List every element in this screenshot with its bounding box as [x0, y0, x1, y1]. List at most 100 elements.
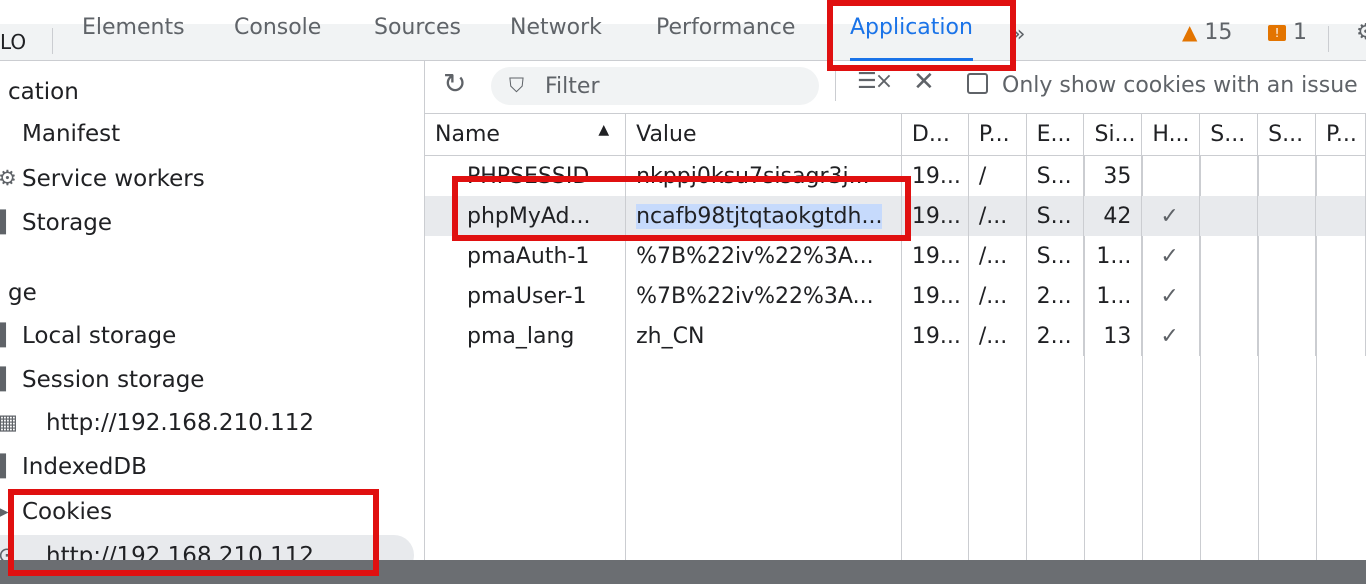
cookie-path[interactable]: /...	[968, 196, 1027, 236]
cookie-name[interactable]: PHPSESSID	[425, 155, 627, 196]
cookie-httponly[interactable]	[1141, 155, 1201, 196]
cookie-secure[interactable]	[1199, 236, 1259, 276]
devtools-tabbar: LO Elements Console Sources Network Perf…	[0, 17, 1366, 61]
delete-selected-icon[interactable]: ✕	[913, 67, 935, 97]
cookie-size[interactable]: 35	[1083, 155, 1143, 196]
cookie-expires[interactable]: S...	[1026, 155, 1085, 196]
cookie-domain[interactable]: 19...	[901, 155, 969, 196]
only-issues-filter[interactable]: Only show cookies with an issue	[967, 73, 1358, 98]
column-header-partition[interactable]: P...	[1315, 114, 1366, 156]
cookie-partition[interactable]	[1315, 196, 1366, 236]
cookie-value[interactable]: nkppj0ksu7sisagr3j...	[625, 155, 902, 196]
sidebar-item-label: Cookies	[22, 499, 113, 525]
cookie-name[interactable]: phpMyAd...	[425, 196, 627, 236]
cookie-path[interactable]: /...	[968, 236, 1027, 276]
cookie-expires[interactable]: 2...	[1026, 316, 1085, 356]
tab-console[interactable]: Console	[234, 17, 321, 60]
cookie-httponly[interactable]: ✓	[1141, 196, 1201, 236]
cookie-value[interactable]: %7B%22iv%22%3A...	[625, 276, 902, 316]
table-row[interactable]: pmaUser-1 %7B%22iv%22%3A... 19... /... 2…	[425, 276, 1366, 316]
sort-ascending-icon: ▲	[598, 122, 610, 138]
column-header-expires[interactable]: E...	[1026, 114, 1085, 156]
warning-icon: ▲	[1182, 20, 1198, 44]
divider	[52, 28, 53, 54]
section-label: cation	[8, 79, 79, 105]
cookie-name[interactable]: pma_lang	[425, 316, 627, 356]
cookie-httponly[interactable]: ✓	[1141, 276, 1201, 316]
cookie-domain[interactable]: 19...	[901, 276, 969, 316]
devtools-left-fragment[interactable]: LO	[0, 30, 26, 54]
column-header-path[interactable]: P...	[968, 114, 1027, 156]
column-header-name[interactable]: Name ▲	[425, 114, 627, 156]
cookie-value[interactable]: %7B%22iv%22%3A...	[625, 236, 902, 276]
cookies-toolbar: ↻ ⛉ ☰× ✕ Only show cookies with an issue	[425, 61, 1366, 114]
cookie-expires[interactable]: 2...	[1026, 276, 1085, 316]
refresh-icon[interactable]: ↻	[443, 67, 466, 100]
cookie-name[interactable]: pmaAuth-1	[425, 236, 627, 276]
only-issues-checkbox[interactable]	[967, 73, 988, 94]
cookie-value[interactable]: ncafb98tjtqtaokgtdh...	[625, 196, 902, 236]
cookie-samesite[interactable]	[1257, 316, 1317, 356]
settings-gear-icon[interactable]: ⚙	[1356, 20, 1366, 45]
cookie-partition[interactable]	[1315, 236, 1366, 276]
issue-flag-icon: !	[1268, 25, 1286, 41]
cookie-samesite[interactable]	[1257, 236, 1317, 276]
cookie-secure[interactable]	[1199, 316, 1259, 356]
cookie-secure[interactable]	[1199, 196, 1259, 236]
cookie-domain[interactable]: 19...	[901, 196, 969, 236]
cookie-path[interactable]: /	[968, 155, 1027, 196]
cookie-domain[interactable]: 19...	[901, 236, 969, 276]
cookie-path[interactable]: /...	[968, 276, 1027, 316]
table-row[interactable]: PHPSESSID nkppj0ksu7sisagr3j... 19... / …	[425, 155, 1366, 196]
cookie-path[interactable]: /...	[968, 316, 1027, 356]
application-sidebar: cation Manifest ⚙ Service workers ▌ Stor…	[0, 61, 425, 560]
cookie-secure[interactable]	[1199, 276, 1259, 316]
section-label: ge	[8, 280, 37, 306]
tab-network[interactable]: Network	[510, 17, 602, 60]
cookie-httponly[interactable]: ✓	[1141, 236, 1201, 276]
cookie-expires[interactable]: S...	[1026, 236, 1085, 276]
cookie-name[interactable]: pmaUser-1	[425, 276, 627, 316]
cookie-value[interactable]: zh_CN	[625, 316, 902, 356]
cookie-samesite[interactable]	[1257, 155, 1317, 196]
sidebar-item-label: IndexedDB	[22, 454, 147, 480]
sidebar-item-label: Service workers	[22, 166, 205, 192]
cookie-domain[interactable]: 19...	[901, 316, 969, 356]
cookie-partition[interactable]	[1315, 316, 1366, 356]
cookie-samesite[interactable]	[1257, 276, 1317, 316]
tab-performance[interactable]: Performance	[656, 17, 795, 60]
cookie-size[interactable]: 13	[1083, 316, 1143, 356]
warnings-counter[interactable]: ▲ 15	[1182, 20, 1232, 45]
filter-box[interactable]: ⛉	[491, 67, 819, 105]
clear-all-cookies-icon[interactable]: ☰×	[857, 69, 893, 94]
cookies-table: Name ▲ Value D... P... E... Si... H... S.…	[425, 114, 1366, 356]
table-icon: ▌	[0, 367, 14, 391]
issues-counter[interactable]: ! 1	[1268, 20, 1307, 45]
table-row-selected[interactable]: phpMyAd... ncafb98tjtqtaokgtdh... 19... …	[425, 196, 1366, 236]
tab-sources[interactable]: Sources	[374, 17, 461, 60]
cookie-partition[interactable]	[1315, 276, 1366, 316]
tab-elements[interactable]: Elements	[82, 17, 185, 60]
filter-input[interactable]	[543, 72, 807, 100]
cookie-size[interactable]: 1...	[1083, 276, 1143, 316]
table-row[interactable]: pmaAuth-1 %7B%22iv%22%3A... 19... /... S…	[425, 236, 1366, 276]
column-header-httponly[interactable]: H...	[1141, 114, 1201, 156]
column-header-samesite[interactable]: S...	[1257, 114, 1317, 156]
more-tabs-icon[interactable]: »	[1012, 22, 1025, 47]
cookie-expires[interactable]: S...	[1026, 196, 1085, 236]
cookie-size[interactable]: 1...	[1083, 236, 1143, 276]
cookie-samesite[interactable]	[1257, 196, 1317, 236]
cookie-size[interactable]: 42	[1083, 196, 1143, 236]
column-header-domain[interactable]: D...	[901, 114, 969, 156]
tab-application[interactable]: Application	[850, 17, 973, 61]
cookie-secure[interactable]	[1199, 155, 1259, 196]
column-header-size[interactable]: Si...	[1083, 114, 1143, 156]
table-row[interactable]: pma_lang zh_CN 19... /... 2... 13 ✓	[425, 316, 1366, 356]
only-issues-label: Only show cookies with an issue	[1002, 73, 1358, 98]
sidebar-item-label: Manifest	[22, 121, 121, 147]
column-header-value[interactable]: Value	[625, 114, 902, 156]
cookie-httponly[interactable]: ✓	[1141, 316, 1201, 356]
divider	[1328, 26, 1329, 52]
column-header-secure[interactable]: S...	[1199, 114, 1259, 156]
cookie-partition[interactable]	[1315, 155, 1366, 196]
